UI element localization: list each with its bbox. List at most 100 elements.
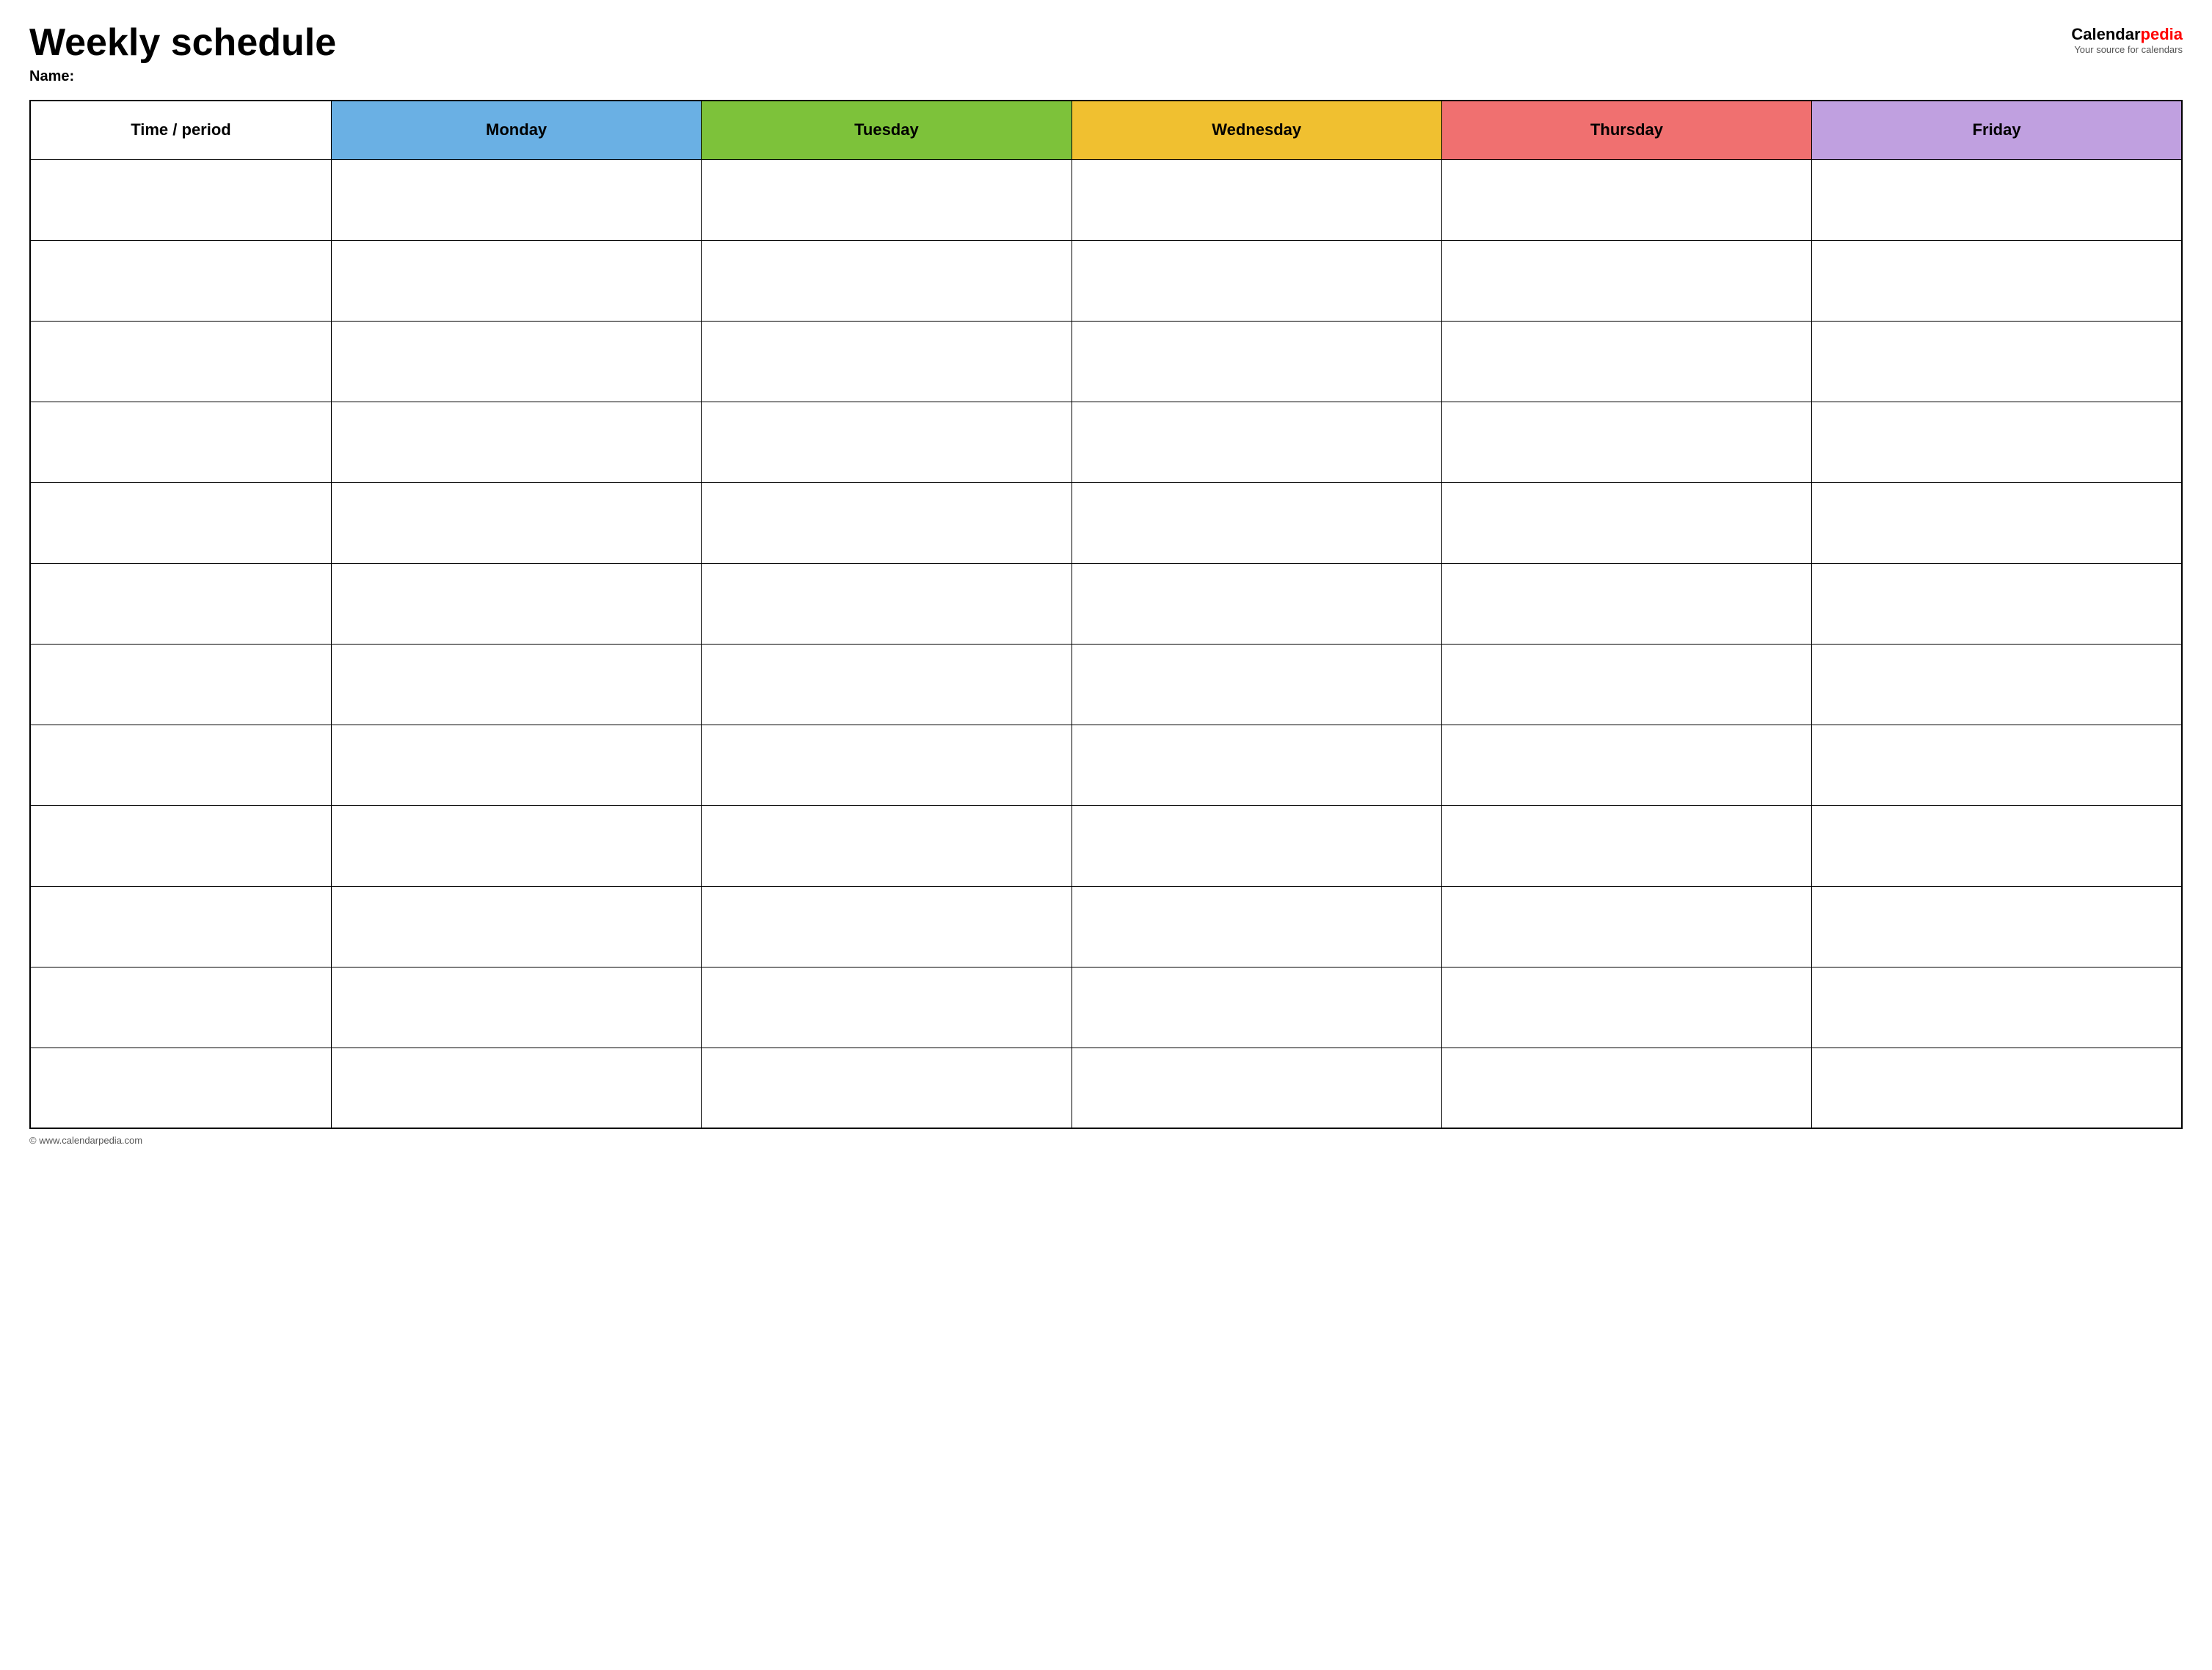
table-cell[interactable]: [702, 563, 1072, 644]
table-row: [30, 725, 2182, 805]
table-cell[interactable]: [331, 563, 701, 644]
table-cell[interactable]: [702, 482, 1072, 563]
table-cell[interactable]: [331, 1048, 701, 1128]
table-cell[interactable]: [702, 321, 1072, 402]
table-row: [30, 159, 2182, 240]
table-cell[interactable]: [1441, 725, 1811, 805]
table-row: [30, 805, 2182, 886]
table-cell[interactable]: [1441, 240, 1811, 321]
col-header-time: Time / period: [30, 101, 331, 159]
table-cell[interactable]: [1812, 1048, 2182, 1128]
col-header-wednesday: Wednesday: [1072, 101, 1441, 159]
table-cell[interactable]: [30, 725, 331, 805]
table-cell[interactable]: [30, 240, 331, 321]
table-cell[interactable]: [1072, 725, 1441, 805]
table-cell[interactable]: [1072, 402, 1441, 482]
table-cell[interactable]: [331, 644, 701, 725]
table-row: [30, 967, 2182, 1048]
table-cell[interactable]: [702, 886, 1072, 967]
table-cell[interactable]: [1812, 482, 2182, 563]
logo-tagline: Your source for calendars: [2074, 44, 2183, 55]
table-cell[interactable]: [1072, 967, 1441, 1048]
table-cell[interactable]: [1441, 482, 1811, 563]
logo-section: Calendarpedia Your source for calendars: [2071, 25, 2183, 55]
table-cell[interactable]: [702, 967, 1072, 1048]
table-cell[interactable]: [1441, 159, 1811, 240]
table-cell[interactable]: [1812, 725, 2182, 805]
table-cell[interactable]: [1812, 402, 2182, 482]
table-cell[interactable]: [331, 886, 701, 967]
footer-url: © www.calendarpedia.com: [29, 1135, 142, 1146]
schedule-body: [30, 159, 2182, 1128]
table-cell[interactable]: [1072, 886, 1441, 967]
footer: © www.calendarpedia.com: [29, 1135, 2183, 1146]
table-cell[interactable]: [30, 967, 331, 1048]
table-cell[interactable]: [1441, 321, 1811, 402]
table-cell[interactable]: [1072, 321, 1441, 402]
table-cell[interactable]: [1812, 563, 2182, 644]
table-cell[interactable]: [1441, 967, 1811, 1048]
table-row: [30, 482, 2182, 563]
table-row: [30, 1048, 2182, 1128]
table-cell[interactable]: [1072, 805, 1441, 886]
table-cell[interactable]: [30, 1048, 331, 1128]
table-cell[interactable]: [30, 805, 331, 886]
table-cell[interactable]: [702, 1048, 1072, 1128]
table-row: [30, 402, 2182, 482]
col-header-monday: Monday: [331, 101, 701, 159]
table-cell[interactable]: [30, 482, 331, 563]
table-cell[interactable]: [331, 805, 701, 886]
table-cell[interactable]: [1441, 805, 1811, 886]
col-header-tuesday: Tuesday: [702, 101, 1072, 159]
table-cell[interactable]: [30, 159, 331, 240]
name-label: Name:: [29, 68, 336, 85]
table-cell[interactable]: [1812, 886, 2182, 967]
table-cell[interactable]: [1812, 805, 2182, 886]
logo-pedia-text: pedia: [2141, 25, 2183, 43]
table-cell[interactable]: [1441, 563, 1811, 644]
col-header-friday: Friday: [1812, 101, 2182, 159]
table-cell[interactable]: [1812, 240, 2182, 321]
table-cell[interactable]: [1441, 644, 1811, 725]
table-cell[interactable]: [331, 482, 701, 563]
table-cell[interactable]: [1072, 240, 1441, 321]
table-cell[interactable]: [702, 240, 1072, 321]
table-cell[interactable]: [331, 321, 701, 402]
logo-calendar-text: Calendar: [2071, 25, 2140, 43]
schedule-table: Time / period Monday Tuesday Wednesday T…: [29, 100, 2183, 1129]
table-row: [30, 644, 2182, 725]
table-cell[interactable]: [1072, 644, 1441, 725]
header-row: Time / period Monday Tuesday Wednesday T…: [30, 101, 2182, 159]
table-cell[interactable]: [1441, 402, 1811, 482]
table-cell[interactable]: [702, 805, 1072, 886]
table-cell[interactable]: [1812, 321, 2182, 402]
table-cell[interactable]: [1072, 563, 1441, 644]
table-cell[interactable]: [30, 402, 331, 482]
table-cell[interactable]: [331, 725, 701, 805]
table-cell[interactable]: [1812, 644, 2182, 725]
table-cell[interactable]: [331, 240, 701, 321]
table-cell[interactable]: [331, 967, 701, 1048]
col-header-thursday: Thursday: [1441, 101, 1811, 159]
table-cell[interactable]: [331, 159, 701, 240]
table-cell[interactable]: [1812, 967, 2182, 1048]
table-cell[interactable]: [1441, 886, 1811, 967]
table-cell[interactable]: [702, 644, 1072, 725]
table-cell[interactable]: [30, 644, 331, 725]
table-cell[interactable]: [1441, 1048, 1811, 1128]
table-cell[interactable]: [30, 321, 331, 402]
table-row: [30, 321, 2182, 402]
page-header: Weekly schedule Name: Calendarpedia Your…: [29, 22, 2183, 85]
title-section: Weekly schedule Name:: [29, 22, 336, 85]
table-cell[interactable]: [30, 886, 331, 967]
table-cell[interactable]: [1072, 482, 1441, 563]
table-cell[interactable]: [1072, 159, 1441, 240]
table-cell[interactable]: [702, 159, 1072, 240]
table-cell[interactable]: [702, 725, 1072, 805]
page-title: Weekly schedule: [29, 22, 336, 64]
table-cell[interactable]: [30, 563, 331, 644]
table-cell[interactable]: [331, 402, 701, 482]
table-cell[interactable]: [1072, 1048, 1441, 1128]
table-cell[interactable]: [1812, 159, 2182, 240]
table-cell[interactable]: [702, 402, 1072, 482]
